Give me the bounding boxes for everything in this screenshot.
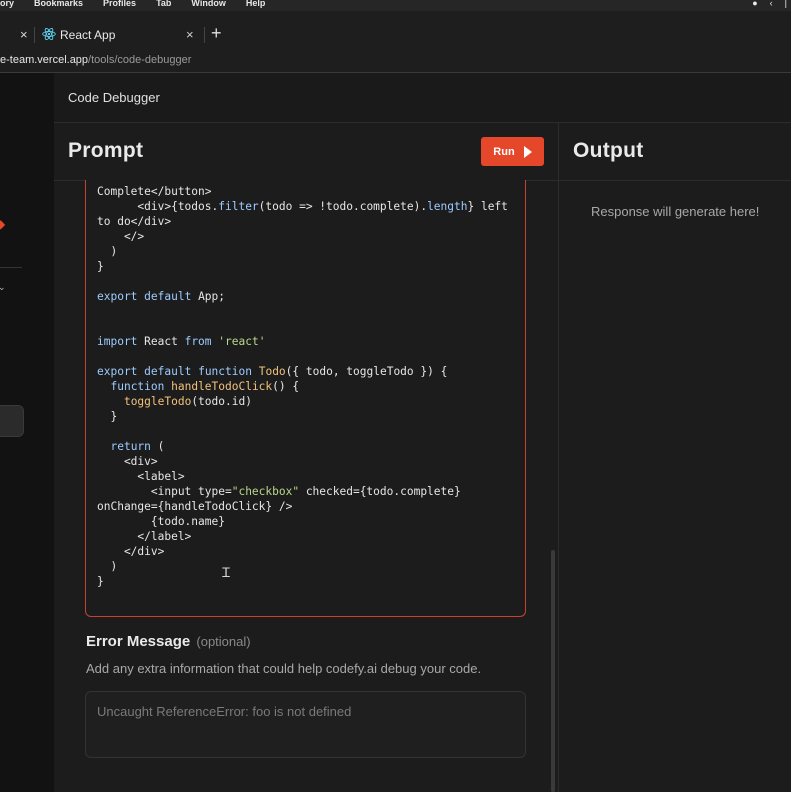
tab-title: React App (60, 28, 116, 42)
prompt-header: Prompt Run (54, 123, 558, 181)
text-cursor-icon: Ꮖ (222, 566, 231, 581)
tab-close-icon[interactable]: × (186, 27, 194, 42)
code-line: to do</div> (97, 215, 172, 228)
play-icon (523, 145, 532, 158)
new-tab-button[interactable]: + (211, 24, 222, 42)
code-line: } (97, 410, 118, 423)
error-help-text: Add any extra information that could hel… (86, 661, 482, 676)
code-line: export default function Todo({ todo, tog… (97, 365, 448, 378)
code-line: export default App; (97, 290, 226, 303)
code-line: Complete</button> (97, 185, 212, 198)
sidebar-divider (0, 267, 22, 268)
code-line: <input type="checkbox" checked={todo.com… (97, 485, 461, 498)
code-editor[interactable]: Complete</button> <div>{todos.filter(tod… (85, 180, 526, 617)
code-content[interactable]: Complete</button> <div>{todos.filter(tod… (97, 184, 508, 589)
tab-previous[interactable]: × (0, 25, 30, 47)
code-line: return ( (110, 440, 165, 453)
output-placeholder: Response will generate here! (591, 204, 760, 219)
code-line: {todo.name} (97, 515, 225, 528)
status-record-icon[interactable]: ● (752, 0, 757, 8)
url-text[interactable]: e-team.vercel.app/tools/code-debugger (0, 54, 191, 66)
menu-tab[interactable]: Tab (156, 0, 171, 8)
code-line: <div> (97, 455, 158, 468)
code-line: ) (97, 560, 118, 573)
code-line: </div> (97, 545, 165, 558)
address-bar[interactable]: e-team.vercel.app/tools/code-debugger (0, 48, 791, 72)
code-line: function handleTodoClick() { (110, 380, 300, 393)
tab-separator (34, 27, 35, 43)
menu-bookmarks[interactable]: Bookmarks (34, 0, 83, 8)
scrollbar[interactable] (551, 550, 555, 792)
menu-help[interactable]: Help (246, 0, 266, 8)
output-panel: Output Response will generate here! (559, 123, 791, 792)
output-header: Output (559, 123, 791, 181)
tab-separator (204, 27, 205, 43)
prompt-title: Prompt (68, 139, 144, 162)
page-title: Code Debugger (68, 90, 160, 105)
error-message-label: Error Message (optional) (86, 633, 251, 650)
code-line: </label> (97, 530, 192, 543)
menu-profiles[interactable]: Profiles (103, 0, 136, 8)
code-line: <label> (97, 470, 185, 483)
status-bar-icon[interactable]: | (785, 0, 787, 8)
menu-history[interactable]: tory (0, 0, 14, 8)
code-line: } (97, 260, 104, 273)
code-line: } (97, 575, 104, 588)
url-path: /tools/code-debugger (88, 54, 192, 66)
menu-window[interactable]: Window (191, 0, 225, 8)
code-line: </> (97, 230, 145, 243)
status-chevron-icon[interactable]: ‹ (770, 0, 773, 8)
code-line: <div>{todos.filter(todo => !todo.complet… (97, 200, 508, 213)
run-label: Run (493, 145, 515, 158)
sidebar-item-active[interactable] (0, 405, 24, 437)
code-line: toggleTodo(todo.id) (123, 395, 252, 408)
optional-tag: (optional) (196, 634, 251, 649)
app-header: Code Debugger (54, 73, 791, 123)
os-menu-bar: tory Bookmarks Profiles Tab Window Help … (0, 0, 791, 11)
code-line: import React from 'react' (97, 335, 266, 348)
code-line: ) (97, 245, 118, 258)
code-line: onChange={handleTodoClick} /> (97, 500, 293, 513)
tab-close-icon[interactable]: × (20, 27, 28, 42)
react-icon (42, 27, 56, 41)
chevron-down-icon[interactable]: ⌄ (0, 282, 6, 293)
browser-tab-bar: × React App × + (0, 11, 791, 48)
url-host: e-team.vercel.app (0, 54, 89, 66)
run-button[interactable]: Run (481, 137, 544, 166)
error-message-input[interactable]: Uncaught ReferenceError: foo is not defi… (85, 691, 526, 758)
output-title: Output (573, 139, 644, 162)
brand-logo-icon[interactable]: ◆ (0, 218, 6, 230)
app-sidebar: ◆ ⌄ (0, 73, 54, 792)
error-label-text: Error Message (86, 633, 191, 650)
tab-react-app[interactable]: React App × (36, 25, 202, 47)
